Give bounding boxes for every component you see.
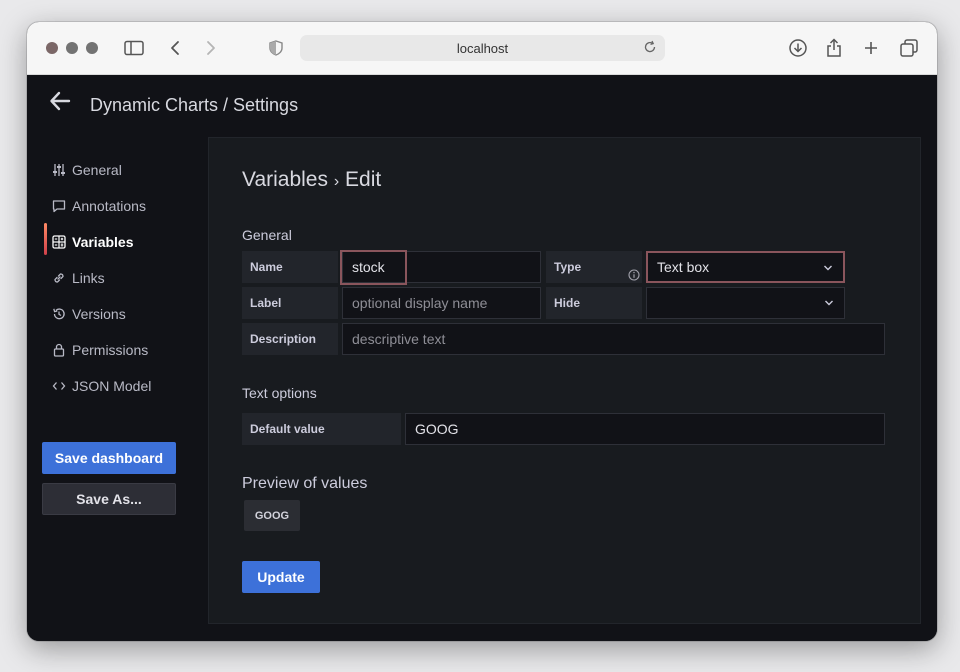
default-value-label: Default value [242, 413, 401, 445]
label-label: Label [242, 287, 338, 319]
sidebar-item-label: Versions [72, 306, 126, 322]
sidebar-item-label: Permissions [72, 342, 149, 358]
sidebar-item-label: Annotations [72, 198, 146, 214]
preview-heading: Preview of values [242, 475, 368, 492]
general-heading: General [242, 227, 292, 243]
sidebar-item-variables[interactable]: Variables [52, 231, 134, 253]
type-label-text: Type [554, 260, 582, 274]
active-item-indicator [44, 223, 47, 255]
back-arrow-icon[interactable] [49, 91, 71, 116]
chevron-down-icon [824, 265, 832, 271]
sidebar-item-annotations[interactable]: Annotations [52, 195, 146, 217]
default-value-input[interactable]: GOOG [405, 413, 885, 445]
info-icon[interactable] [628, 268, 640, 286]
chevron-down-icon [825, 300, 833, 306]
title-separator: › [333, 173, 340, 190]
calculator-icon [52, 235, 66, 249]
minimize-window-button[interactable] [66, 42, 78, 54]
lock-icon [53, 343, 65, 357]
update-button[interactable]: Update [242, 561, 320, 593]
label-input[interactable]: optional display name [342, 287, 541, 319]
sidebar-item-versions[interactable]: Versions [52, 303, 126, 325]
save-dashboard-button[interactable]: Save dashboard [42, 442, 176, 474]
type-select-value: Text box [657, 259, 710, 275]
sidebar-item-label: Links [72, 270, 105, 286]
sidebar-item-links[interactable]: Links [52, 267, 105, 289]
reload-icon[interactable] [643, 40, 657, 57]
editor-title-section[interactable]: Variables [242, 168, 328, 191]
url-text: localhost [456, 40, 509, 56]
grafana-page: Dynamic Charts / Settings General Annota… [27, 75, 937, 641]
sliders-icon [53, 164, 65, 176]
address-bar[interactable]: localhost [300, 35, 665, 61]
privacy-shield-icon[interactable] [268, 36, 284, 60]
history-icon [53, 308, 65, 320]
variable-edit-panel: Variables › Edit General Name stock Type… [208, 137, 921, 624]
share-icon[interactable] [824, 36, 844, 60]
hide-label: Hide [546, 287, 642, 319]
forward-nav-icon[interactable] [203, 36, 219, 60]
sidebar-item-label: Variables [72, 234, 134, 250]
name-input[interactable]: stock [342, 251, 541, 283]
page-title: Dynamic Charts / Settings [90, 95, 299, 115]
type-select[interactable]: Text box [646, 251, 845, 283]
preview-value-chip: GOOG [244, 500, 300, 531]
comment-icon [52, 200, 66, 213]
sidebar-item-permissions[interactable]: Permissions [52, 339, 148, 361]
save-as-button[interactable]: Save As... [42, 483, 176, 515]
description-input[interactable]: descriptive text [342, 323, 885, 355]
sidebar-item-general[interactable]: General [52, 159, 122, 181]
browser-toolbar: localhost [27, 22, 937, 75]
hide-select[interactable] [646, 287, 845, 319]
zoom-window-button[interactable] [86, 42, 98, 54]
downloads-icon[interactable] [787, 36, 809, 60]
link-icon [54, 273, 64, 283]
description-label: Description [242, 323, 338, 355]
sidebar-item-label: General [72, 162, 122, 178]
new-tab-icon[interactable] [861, 36, 881, 60]
sidebar-item-json-model[interactable]: JSON Model [52, 375, 151, 397]
name-label: Name [242, 251, 338, 283]
sidebar-item-label: JSON Model [72, 378, 152, 394]
browser-window: localhost Dynamic Charts / Settings Gene… [27, 22, 937, 641]
tab-overview-icon[interactable] [898, 36, 920, 60]
editor-title-action: Edit [345, 168, 382, 191]
back-nav-icon[interactable] [167, 36, 183, 60]
text-options-heading: Text options [242, 385, 317, 401]
code-icon [52, 382, 66, 390]
editor-title: Variables › Edit [242, 168, 381, 192]
close-window-button[interactable] [46, 42, 58, 54]
sidebar-toggle-icon[interactable] [123, 36, 145, 60]
